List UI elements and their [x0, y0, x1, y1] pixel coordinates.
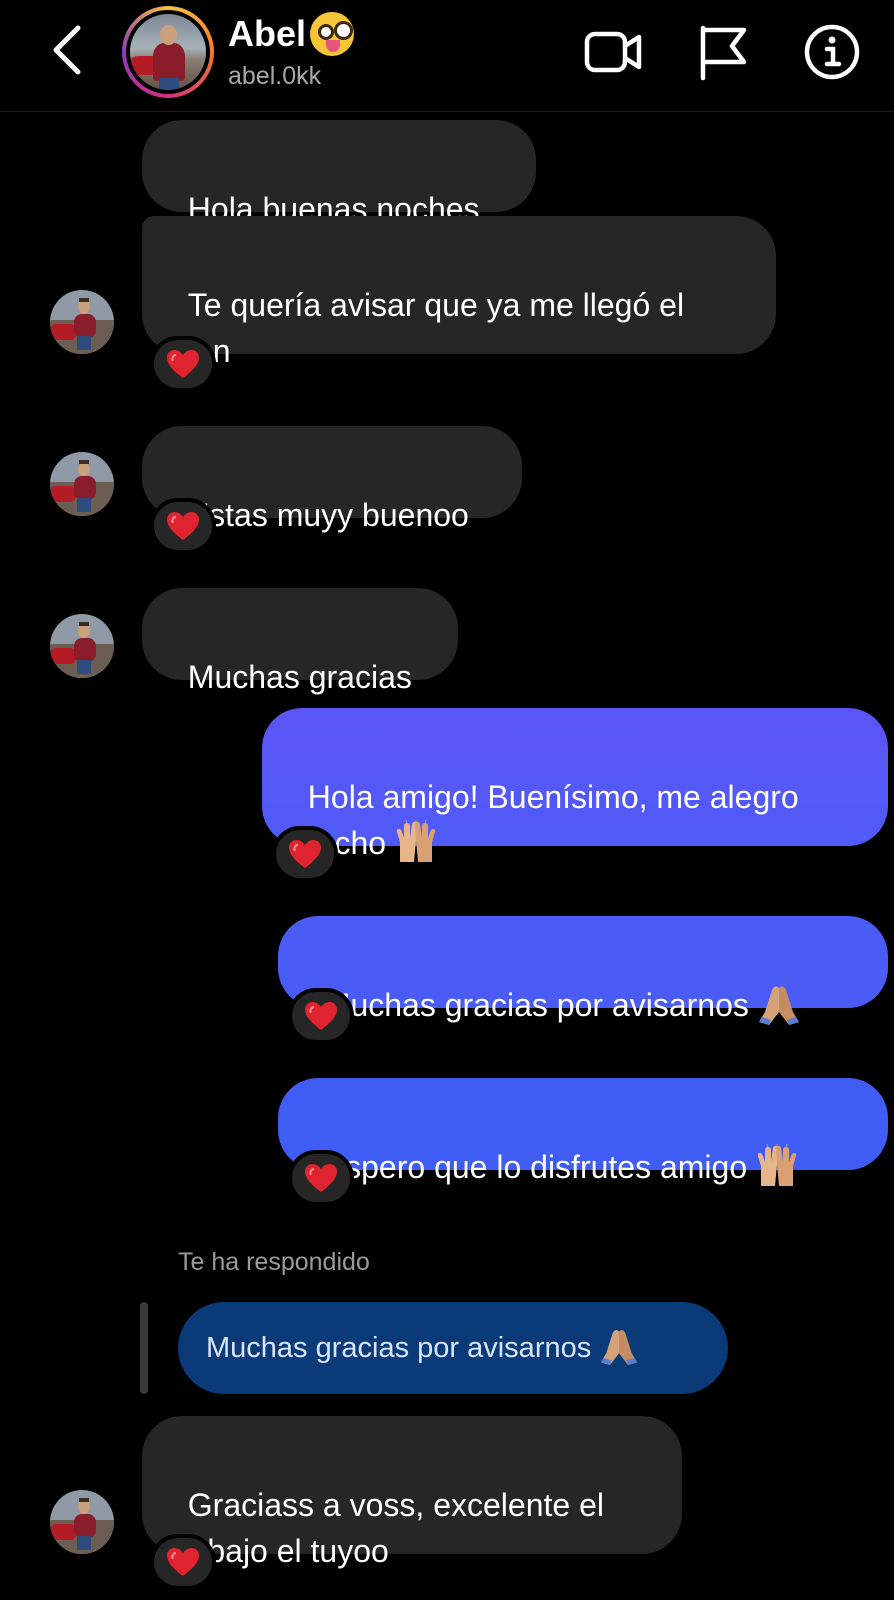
- folded-hands-emoji-icon: [597, 1326, 641, 1366]
- profile-avatar[interactable]: [122, 6, 214, 98]
- folded-hands-emoji-icon: [755, 982, 803, 1026]
- raising-hands-emoji-icon: [392, 820, 440, 864]
- heart-reaction-icon: [304, 1001, 338, 1031]
- raising-hands-emoji-icon: [753, 1144, 801, 1188]
- message-text: Muchas gracias: [187, 659, 412, 695]
- message-bubble-outgoing[interactable]: Hola amigo! Buenísimo, me alegro mucho: [262, 708, 888, 846]
- message-text: Muchas gracias por avisarnos: [323, 987, 749, 1023]
- message-text: Graciass a voss, excelente el trabajo el…: [170, 1487, 604, 1569]
- message-bubble-outgoing[interactable]: Muchas gracias por avisarnos: [278, 916, 888, 1008]
- heart-reaction-icon: [288, 839, 322, 869]
- reply-label: Te ha respondido: [178, 1248, 370, 1276]
- message-bubble-incoming[interactable]: Te quería avisar que ya me llegó el jean: [142, 216, 776, 369]
- contact-name-text: Abel: [228, 13, 307, 54]
- chat-header: Abel abel.0kk: [0, 0, 894, 112]
- profile-photo: [130, 14, 206, 90]
- heart-reaction-icon: [166, 1547, 200, 1577]
- zany-face-emoji-icon: [310, 12, 355, 56]
- contact-name[interactable]: Abel: [228, 12, 355, 56]
- reaction-badge[interactable]: [288, 1150, 354, 1206]
- video-call-icon[interactable]: [584, 22, 644, 82]
- message-text: Hola amigo! Buenísimo, me alegro mucho: [290, 779, 799, 861]
- contact-handle[interactable]: abel.0kk: [228, 62, 321, 91]
- heart-reaction-icon: [166, 349, 200, 379]
- message-bubble-incoming[interactable]: Muchas gracias: [142, 588, 458, 695]
- reaction-badge[interactable]: [150, 1534, 216, 1590]
- message-text: Te quería avisar que ya me llegó el jean: [170, 287, 685, 369]
- heart-reaction-icon: [304, 1163, 338, 1193]
- sender-avatar[interactable]: [50, 1490, 114, 1554]
- reaction-badge[interactable]: [272, 826, 338, 882]
- reaction-badge[interactable]: [288, 988, 354, 1044]
- reaction-badge[interactable]: [150, 336, 216, 392]
- back-chevron-icon[interactable]: [44, 22, 94, 78]
- info-icon[interactable]: [802, 22, 862, 82]
- quoted-text: Muchas gracias por avisarnos: [206, 1332, 592, 1364]
- message-text: Espero que lo disfrutes amigo: [323, 1149, 748, 1185]
- sender-avatar[interactable]: [50, 452, 114, 516]
- reaction-badge[interactable]: [150, 498, 216, 554]
- heart-reaction-icon: [166, 511, 200, 541]
- reply-indicator-bar: [140, 1302, 148, 1394]
- message-bubble-outgoing[interactable]: Espero que lo disfrutes amigo: [278, 1078, 888, 1170]
- message-bubble-incoming[interactable]: Graciass a voss, excelente el trabajo el…: [142, 1416, 682, 1569]
- message-bubble-incoming[interactable]: Hola buenas noches: [142, 120, 536, 227]
- sender-avatar[interactable]: [50, 614, 114, 678]
- sender-avatar[interactable]: [50, 290, 114, 354]
- message-text: Estas muyy buenoo: [187, 497, 469, 533]
- flag-icon[interactable]: [694, 22, 754, 82]
- quoted-message[interactable]: Muchas gracias por avisarnos: [178, 1302, 728, 1394]
